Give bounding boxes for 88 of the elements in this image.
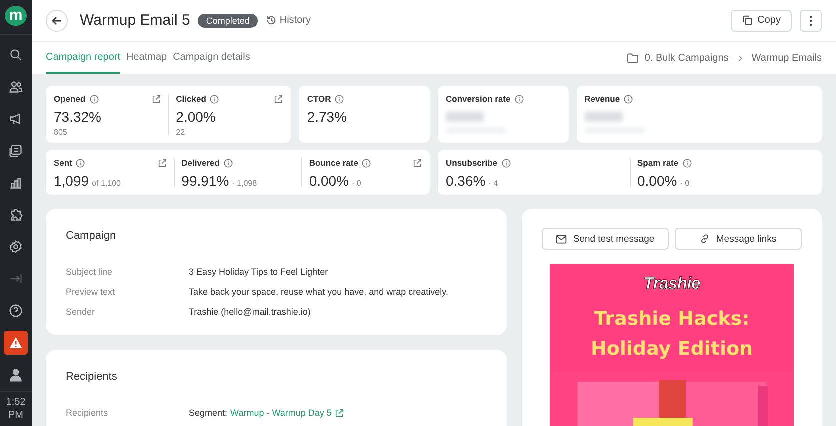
brand-logo: Trashie [644, 274, 700, 294]
info-icon[interactable] [335, 94, 344, 104]
tab[interactable]: Heatmap [126, 42, 168, 74]
field-value: Trashie (hello@mail.trashie.io) [189, 306, 311, 319]
send-test-button[interactable]: Send test message [542, 228, 669, 250]
section-title: Recipients [66, 371, 118, 383]
tab[interactable]: Campaign details [173, 42, 250, 74]
metric-label: Delivered [182, 158, 220, 168]
link-icon [700, 234, 710, 244]
metric-label: Clicked [176, 94, 206, 104]
metric-count: · 0 [352, 179, 362, 188]
metric-value: 73.32% [54, 109, 102, 125]
metric-value: 99.91% [182, 173, 230, 189]
metric-label: Revenue [584, 94, 620, 104]
field-label: Subject line [66, 266, 114, 279]
more-icon [809, 14, 813, 26]
field-value: 3 Easy Holiday Tips to Feel Lighter [189, 266, 328, 279]
message-links-button[interactable]: Message links [675, 228, 802, 250]
info-icon[interactable] [210, 94, 220, 104]
arrow-left-icon [51, 14, 63, 26]
metric-label: Sent [54, 158, 72, 168]
external-link-icon[interactable] [274, 94, 284, 104]
metric-value: 0.00% [638, 173, 678, 189]
metric-value: 2.73% [307, 109, 348, 125]
metric-value: 1,099 [54, 173, 90, 189]
chevron-right-icon [738, 54, 743, 62]
metric-count: · 0 [680, 179, 690, 188]
segment-link[interactable]: Warmup - Warmup Day 5 [230, 403, 332, 423]
more-button[interactable] [800, 10, 822, 32]
megaphone-icon[interactable] [9, 112, 23, 126]
email-headline: Holiday Edition [590, 337, 754, 362]
copy-icon [742, 15, 753, 26]
back-button[interactable] [46, 10, 68, 32]
segment-label: Segment: [189, 407, 228, 420]
metric-value: 2.00% [176, 109, 217, 125]
info-icon[interactable] [682, 158, 692, 168]
metric-label: Unsubscribe [446, 158, 498, 168]
help-icon[interactable] [9, 304, 23, 318]
info-icon[interactable] [224, 158, 233, 168]
settings-icon[interactable] [9, 240, 23, 254]
field-value: Take back your space, reuse what you have, and wrap creatively. [189, 286, 448, 299]
external-link-icon[interactable] [152, 94, 162, 104]
field-label: Sender [66, 306, 96, 319]
puzzle-icon[interactable] [9, 208, 23, 222]
external-link-icon[interactable] [158, 158, 167, 168]
metric-count: of 1,100 [92, 179, 121, 188]
messages-icon[interactable] [9, 144, 23, 158]
breadcrumb-link[interactable]: Warmup Emails [752, 52, 822, 64]
users-icon[interactable] [9, 80, 23, 94]
metric-count: 805 [54, 128, 68, 137]
metric-label: Bounce rate [309, 158, 358, 168]
field-label: Preview text [66, 286, 116, 299]
arrow-right-icon[interactable] [9, 272, 23, 286]
metric-label: CTOR [307, 94, 332, 104]
metric-value: 0.36% [446, 173, 486, 189]
person-icon[interactable] [9, 368, 23, 382]
metric-count: · 1,098 [232, 179, 258, 188]
info-icon[interactable] [362, 158, 372, 168]
bar-chart-icon[interactable] [9, 176, 23, 190]
metric-label: Spam rate [638, 158, 679, 168]
email-headline: Trashie Hacks: [593, 307, 751, 332]
warning-icon[interactable] [9, 336, 23, 350]
info-icon[interactable] [76, 158, 86, 168]
blurred-value [446, 112, 506, 133]
status-badge: Completed [198, 14, 258, 28]
folder-icon [626, 53, 639, 63]
app-logo[interactable]: m [5, 6, 27, 26]
info-icon[interactable] [514, 94, 524, 104]
history-icon [266, 15, 277, 26]
blurred-value [584, 112, 645, 133]
field-label: Recipients [66, 407, 110, 420]
metric-label: Opened [54, 94, 86, 104]
info-icon[interactable] [90, 94, 99, 104]
history-link[interactable]: History [266, 15, 311, 26]
metric-count: 22 [176, 128, 186, 137]
metric-count: · 4 [488, 179, 498, 188]
info-icon[interactable] [624, 94, 634, 104]
search-icon[interactable] [9, 48, 23, 62]
metric-value: 0.00% [309, 173, 350, 189]
info-icon[interactable] [502, 158, 510, 168]
metric-label: Conversion rate [446, 94, 511, 104]
campaign-title: Warmup Email 5 [80, 12, 190, 29]
breadcrumb-link[interactable]: 0. Bulk Campaigns [644, 52, 729, 64]
external-link-icon[interactable] [334, 408, 344, 418]
copy-button[interactable]: Copy [730, 10, 792, 32]
external-link-icon[interactable] [413, 158, 422, 168]
mail-icon [556, 234, 568, 244]
section-title: Campaign [66, 230, 118, 242]
